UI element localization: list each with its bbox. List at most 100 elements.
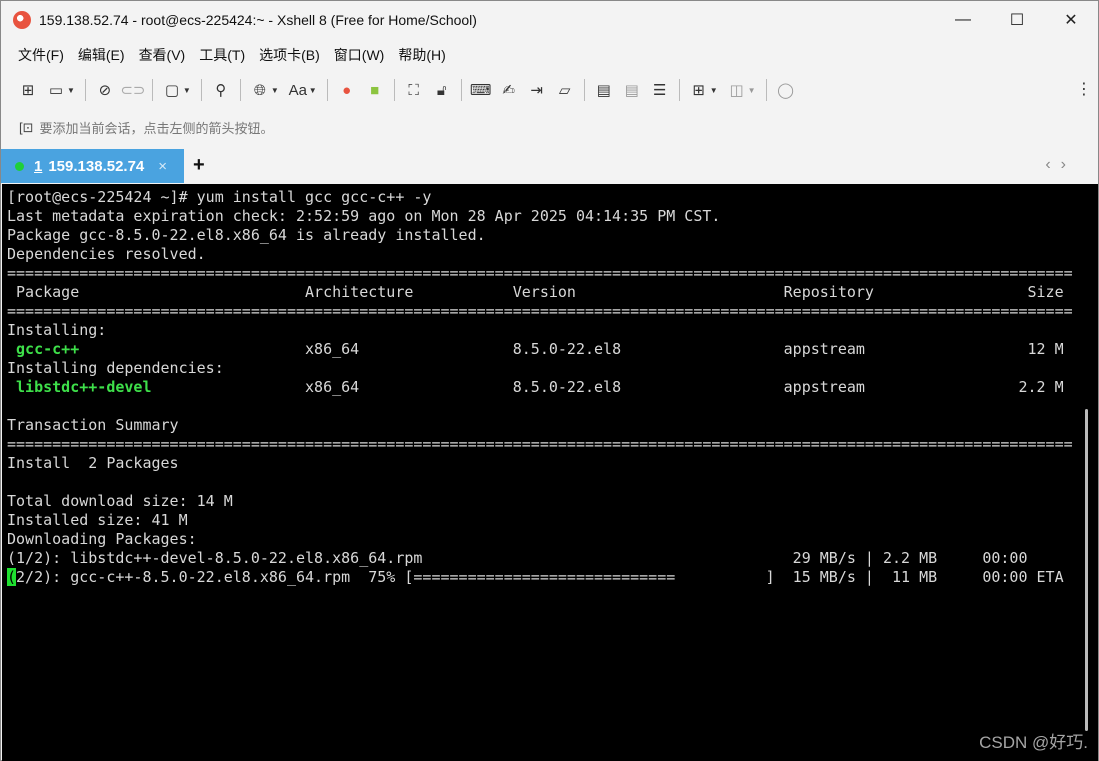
menu-file[interactable]: 文件(F)	[11, 41, 71, 69]
terminal-line: gcc-c++ x86_64 8.5.0-22.el8 appstream 12…	[7, 340, 1073, 359]
terminal-line: Downloading Packages:	[7, 530, 1073, 549]
package-name: libstdc++-devel	[16, 378, 152, 396]
open-folder-icon[interactable]: ▭	[43, 77, 69, 103]
menu-view[interactable]: 查看(V)	[132, 41, 193, 69]
divider	[583, 79, 585, 101]
terminal-text: Installing dependencies:	[7, 359, 224, 377]
fullscreen-icon[interactable]: ⛶	[401, 77, 427, 103]
scrollbar[interactable]	[1085, 409, 1088, 731]
divider	[765, 79, 767, 101]
terminal-text: ========================================…	[7, 435, 1073, 453]
terminal-line: (1/2): libstdc++-devel-8.5.0-22.el8.x86_…	[7, 549, 1073, 568]
session-settings-icon[interactable]: ▢	[159, 77, 185, 103]
log-icon[interactable]: ▱	[552, 77, 578, 103]
divider	[151, 79, 153, 101]
terminal-line: Package gcc-8.5.0-22.el8.x86_64 is alrea…	[7, 226, 1073, 245]
compose-pane-icon[interactable]: ☰	[647, 77, 673, 103]
add-tab-button[interactable]: +	[193, 154, 205, 177]
terminal-line: Dependencies resolved.	[7, 245, 1073, 264]
xshell-logo-icon	[13, 11, 31, 29]
divider	[84, 79, 86, 101]
maximize-button[interactable]: ☐	[990, 1, 1044, 39]
menu-tabs[interactable]: 选项卡(B)	[252, 41, 327, 69]
globe-icon[interactable]: 🌐︎	[247, 77, 273, 103]
terminal-cursor: (	[7, 568, 17, 586]
terminal-text: 2/2): gcc-c++-8.5.0-22.el8.x86_64.rpm 75…	[16, 568, 1064, 586]
terminal-line: Package Architecture Version Repository …	[7, 283, 1073, 302]
terminal-text: x86_64 8.5.0-22.el8 appstream 2.2 M	[151, 378, 1064, 396]
terminal-line: Transaction Summary	[7, 416, 1073, 435]
terminal-line: ========================================…	[7, 435, 1073, 454]
more-options-icon[interactable]: ⋮	[1076, 79, 1092, 99]
terminal-line: [root@ecs-225424 ~]# yum install gcc gcc…	[7, 188, 1073, 207]
xftp-icon[interactable]: ■	[362, 77, 388, 103]
chat-icon[interactable]: ◯	[773, 77, 799, 103]
connected-status-icon	[15, 161, 24, 171]
menu-bar: 文件(F) 编辑(E) 查看(V) 工具(T) 选项卡(B) 窗口(W) 帮助(…	[11, 41, 453, 69]
terminal-text: Downloading Packages:	[7, 530, 197, 548]
script-icon[interactable]: ✍	[496, 77, 522, 103]
layout-icon[interactable]: ◫	[724, 77, 750, 103]
close-button[interactable]: ✕	[1044, 1, 1098, 39]
divider	[326, 79, 328, 101]
terminal-line: Installed size: 41 M	[7, 511, 1073, 530]
terminal-text: Transaction Summary	[7, 416, 179, 434]
chevron-down-icon[interactable]: ▼	[710, 86, 718, 95]
chevron-down-icon[interactable]: ▼	[67, 86, 75, 95]
address-bar[interactable]: [⊡ 要添加当前会话，点击左侧的箭头按钮。	[19, 118, 274, 137]
compose-icon[interactable]: ▤	[591, 77, 617, 103]
disconnect-icon[interactable]: ⊘	[92, 77, 118, 103]
tab-close-icon[interactable]: ×	[158, 158, 167, 175]
lock-icon[interactable]: 🔓︎	[429, 77, 455, 103]
search-icon[interactable]: ⚲	[208, 77, 234, 103]
terminal-text: Installed size: 41 M	[7, 511, 188, 529]
compose-all-icon[interactable]: ▤	[619, 77, 645, 103]
menu-help[interactable]: 帮助(H)	[391, 41, 452, 69]
terminal-text: x86_64 8.5.0-22.el8 appstream 12 M	[79, 340, 1064, 358]
chevron-down-icon[interactable]: ▼	[183, 86, 191, 95]
toolbar: ⊞ ▭ ▼ ⊘ ⊂⊃ ▢ ▼ ⚲ 🌐︎ ▼ Aa ▼ ● ■ ⛶ 🔓︎ ⌨ ✍ ⇥ ▱ …	[15, 75, 799, 105]
terminal[interactable]: [root@ecs-225424 ~]# yum install gcc gcc…	[2, 184, 1098, 761]
add-session-icon[interactable]: [⊡	[19, 120, 34, 136]
session-tab[interactable]: 1 159.138.52.74 ×	[1, 149, 184, 183]
link-icon[interactable]: ⊂⊃	[120, 77, 146, 103]
divider	[239, 79, 241, 101]
font-icon[interactable]: Aa	[285, 77, 311, 103]
terminal-text: Last metadata expiration check: 2:52:59 …	[7, 207, 721, 225]
tab-bar: 1 159.138.52.74 × + ‹›	[1, 149, 1098, 183]
tab-label: 159.138.52.74	[48, 157, 145, 175]
new-session-icon[interactable]: ⊞	[15, 77, 41, 103]
package-name: gcc-c++	[16, 340, 80, 358]
tab-number: 1	[34, 157, 43, 175]
menu-tools[interactable]: 工具(T)	[192, 41, 252, 69]
watermark: CSDN @好巧.	[979, 733, 1088, 752]
tab-nav-arrows[interactable]: ‹›	[1045, 156, 1076, 174]
address-hint: 要添加当前会话，点击左侧的箭头按钮。	[39, 121, 274, 136]
divider	[460, 79, 462, 101]
new-tab-icon[interactable]: ⊞	[686, 77, 712, 103]
divider	[200, 79, 202, 101]
terminal-line: (2/2): gcc-c++-8.5.0-22.el8.x86_64.rpm 7…	[7, 568, 1073, 587]
chevron-down-icon[interactable]: ▼	[748, 86, 756, 95]
terminal-text: Total download size: 14 M	[7, 492, 233, 510]
transfer-icon[interactable]: ⇥	[524, 77, 550, 103]
title-bar: 159.138.52.74 - root@ecs-225424:~ - Xshe…	[1, 1, 1098, 39]
terminal-line: Total download size: 14 M	[7, 492, 1073, 511]
minimize-button[interactable]: —	[936, 1, 990, 39]
terminal-output: [root@ecs-225424 ~]# yum install gcc gcc…	[7, 188, 1073, 587]
terminal-text: Package Architecture Version Repository …	[7, 283, 1064, 301]
keyboard-icon[interactable]: ⌨	[468, 77, 494, 103]
terminal-text: [root@ecs-225424 ~]# yum install gcc gcc…	[7, 188, 432, 206]
menu-window[interactable]: 窗口(W)	[327, 41, 392, 69]
window-title: 159.138.52.74 - root@ecs-225424:~ - Xshe…	[39, 12, 477, 28]
chevron-down-icon[interactable]: ▼	[271, 86, 279, 95]
terminal-text: Dependencies resolved.	[7, 245, 206, 263]
terminal-line: Last metadata expiration check: 2:52:59 …	[7, 207, 1073, 226]
xshell-icon[interactable]: ●	[334, 77, 360, 103]
chevron-down-icon[interactable]: ▼	[309, 86, 317, 95]
menu-edit[interactable]: 编辑(E)	[71, 41, 132, 69]
terminal-text: Install 2 Packages	[7, 454, 179, 472]
